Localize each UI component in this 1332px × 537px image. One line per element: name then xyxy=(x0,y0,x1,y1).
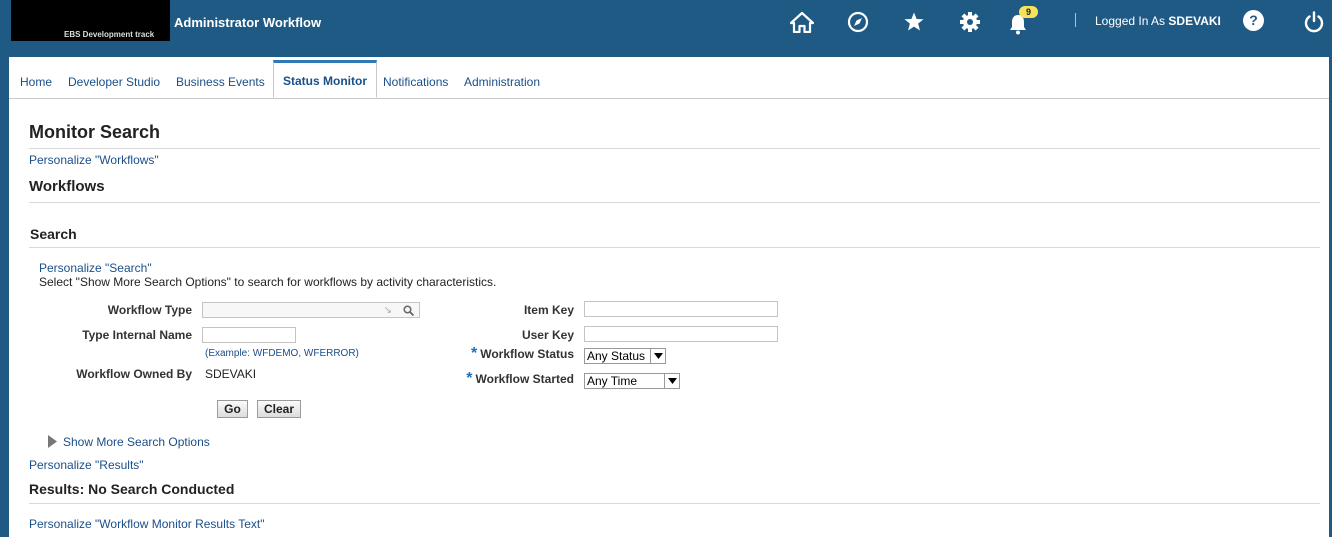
home-icon[interactable] xyxy=(789,9,815,35)
app-header: EBS Development track Administrator Work… xyxy=(0,0,1332,57)
personalize-results-text-link[interactable]: Personalize "Workflow Monitor Results Te… xyxy=(29,517,265,531)
notification-badge: 9 xyxy=(1019,6,1039,18)
ebs-logo[interactable]: EBS Development track xyxy=(11,0,170,41)
workflow-type-field[interactable]: ↘ xyxy=(202,302,420,318)
app-title: Administrator Workflow xyxy=(174,15,322,30)
header-divider xyxy=(1075,13,1076,27)
star-icon[interactable] xyxy=(901,9,927,35)
workflows-heading: Workflows xyxy=(29,178,105,195)
workflow-started-label: * Workflow Started xyxy=(466,370,574,387)
type-internal-name-label: Type Internal Name xyxy=(82,328,192,342)
logged-in-text: Logged In As SDEVAKI xyxy=(1095,14,1221,28)
chevron-down-icon xyxy=(650,349,665,363)
workflow-status-select[interactable]: Any Status xyxy=(584,348,666,364)
required-indicator: * xyxy=(466,370,473,387)
user-key-input[interactable] xyxy=(584,326,778,342)
workflow-started-select[interactable]: Any Time xyxy=(584,373,680,389)
divider xyxy=(29,247,1320,248)
item-key-label: Item Key xyxy=(523,303,574,317)
results-heading: Results: No Search Conducted xyxy=(29,481,235,497)
required-indicator: * xyxy=(470,345,478,362)
user-key-label: User Key xyxy=(521,328,574,342)
left-border xyxy=(0,57,9,537)
page-title: Monitor Search xyxy=(29,122,161,142)
show-more-search-options-link[interactable]: Show More Search Options xyxy=(63,435,210,449)
divider xyxy=(29,148,1320,149)
owned-by-label: Workflow Owned By xyxy=(76,367,192,381)
item-key-input[interactable] xyxy=(584,301,778,317)
workflow-status-label: * Workflow Status xyxy=(470,345,574,362)
tab-home[interactable]: Home xyxy=(20,75,52,89)
compass-icon[interactable] xyxy=(845,9,871,35)
personalize-results-link[interactable]: Personalize "Results" xyxy=(29,458,144,472)
logged-in-label: Logged In As xyxy=(1095,14,1166,28)
personalize-workflows-link[interactable]: Personalize "Workflows" xyxy=(29,153,159,167)
type-internal-name-input[interactable] xyxy=(202,327,296,343)
owned-by-value: SDEVAKI xyxy=(205,367,257,381)
workflow-type-label: Workflow Type xyxy=(107,303,192,317)
power-icon[interactable] xyxy=(1301,9,1327,35)
tab-notifications[interactable]: Notifications xyxy=(383,75,448,89)
search-icon[interactable] xyxy=(403,305,414,316)
tab-business-events[interactable]: Business Events xyxy=(176,75,265,89)
expand-triangle-icon[interactable] xyxy=(48,435,57,448)
search-heading: Search xyxy=(30,226,77,242)
tab-bar: Home Developer Studio Business Events St… xyxy=(9,57,1329,99)
logo-text: EBS Development track xyxy=(64,30,155,39)
go-button[interactable]: Go xyxy=(217,400,248,418)
help-icon[interactable]: ? xyxy=(1243,10,1264,31)
type-internal-name-hint: (Example: WFDEMO, WFERROR) xyxy=(205,348,359,359)
search-instructions: Select "Show More Search Options" to sea… xyxy=(39,275,497,289)
personalize-search-link[interactable]: Personalize "Search" xyxy=(39,261,152,275)
tab-developer-studio[interactable]: Developer Studio xyxy=(68,75,160,89)
clear-button[interactable]: Clear xyxy=(257,400,301,418)
divider xyxy=(29,202,1320,203)
chevron-down-icon xyxy=(664,374,679,388)
clear-field-icon[interactable]: ↘ xyxy=(384,305,392,316)
user-name: SDEVAKI xyxy=(1168,14,1221,28)
divider xyxy=(29,503,1320,504)
tab-administration[interactable]: Administration xyxy=(464,75,540,89)
gear-icon[interactable] xyxy=(957,9,983,35)
tab-status-monitor[interactable]: Status Monitor xyxy=(273,60,377,98)
